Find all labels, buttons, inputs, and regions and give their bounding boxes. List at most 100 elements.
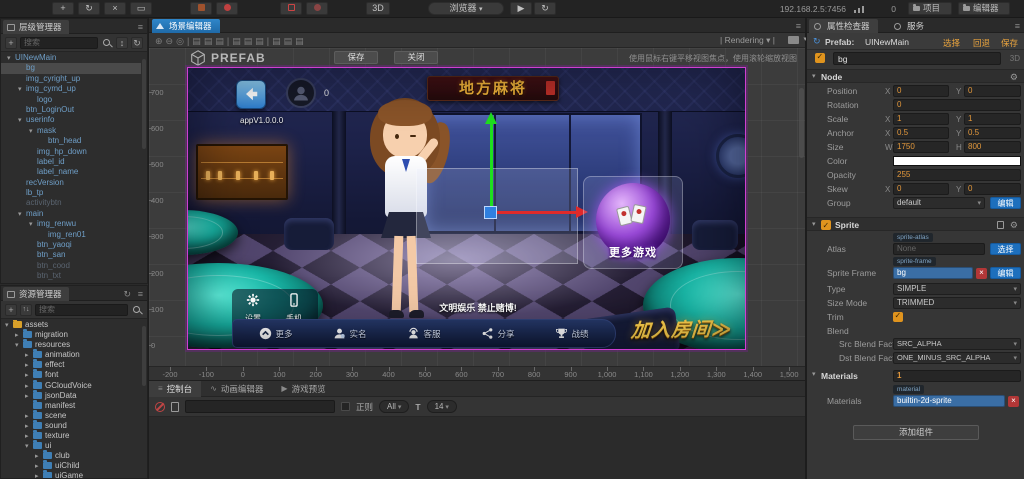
gizmo-y-axis[interactable] [490,124,493,212]
sort-icon[interactable]: ↑↓ [20,304,32,316]
console-tab-1[interactable]: ∿动画编辑器 [201,381,272,397]
open-project-button[interactable]: 项目 [908,2,952,15]
node-active-checkbox[interactable] [815,53,825,63]
clear-console-icon[interactable] [155,402,165,412]
refresh-button[interactable]: ↻ [534,2,556,15]
align-left-icon[interactable]: ▤ [192,36,201,46]
expand-arrow-icon[interactable]: ▸ [35,472,43,478]
expand-all-icon[interactable]: ↕ [116,37,128,49]
game-menu-chevron-up-circle[interactable]: 更多 [259,327,292,340]
frame-edit-button[interactable]: 编辑 [990,267,1021,279]
clear-icon[interactable]: × [1008,396,1019,407]
hierarchy-node[interactable]: activitybtn [1,198,141,208]
zoom-fit-icon[interactable]: ◎ [176,36,184,46]
hierarchy-node[interactable]: ▾img_cymd_up [1,84,141,94]
skew-y-field[interactable]: 0 [964,183,1021,195]
save-prefab-button[interactable]: 保存 [334,51,378,64]
prefab-select-button[interactable]: 选择 [943,37,960,49]
asset-item[interactable]: ▸animation [1,350,141,360]
scene-canvas[interactable]: PREFAB 保存 关闭 使用鼠标右键平移视图焦点，使用滚轮缩放视图 [149,48,805,380]
hierarchy-node[interactable]: logo [1,95,141,105]
asset-item[interactable]: ▸club [1,451,141,461]
asset-item[interactable]: ▾assets [1,320,141,330]
scale-x-field[interactable]: 1 [893,113,949,125]
panel-menu-icon[interactable]: ≡ [1015,21,1020,31]
prefab-preview[interactable]: 地方麻将 0 appV1.0.0.0 更多游戏 [187,67,746,350]
align-center-icon[interactable]: ▤ [204,36,213,46]
create-node-button[interactable]: + [5,37,17,49]
hierarchy-node[interactable]: btn_san [1,250,141,260]
group-edit-button[interactable]: 编辑 [990,197,1021,209]
sprite-section-header[interactable]: ▾ Sprite ⚙ [807,217,1024,231]
asset-item[interactable]: ▸uiChild [1,461,141,471]
hierarchy-node[interactable]: ▾img_renwu [1,219,141,229]
asset-item[interactable]: ▸texture [1,431,141,441]
avatar[interactable] [286,78,316,108]
hierarchy-node[interactable]: btn_yaoqi [1,240,141,250]
regex-checkbox[interactable] [341,402,350,411]
gear-icon[interactable]: ⚙ [1010,70,1018,84]
prefab-revert-button[interactable]: 回退 [973,37,990,49]
node-name-input[interactable] [833,52,1001,65]
panel-menu-icon[interactable]: ≡ [138,289,143,299]
log-level-dropdown[interactable]: All [379,400,409,413]
anchor-y-field[interactable]: 0.5 [964,127,1021,139]
color-swatch[interactable] [893,156,1021,166]
add-component-button[interactable]: 添加组件 [853,425,979,440]
create-asset-button[interactable]: + [5,304,17,316]
hierarchy-node[interactable]: bg [1,63,141,73]
asset-item[interactable]: ▸uiGame [1,471,141,478]
clear-icon[interactable]: × [976,268,987,279]
game-menu-headset[interactable]: 客服 [407,327,440,340]
search-icon[interactable] [131,304,143,316]
assets-search-input[interactable] [35,304,128,316]
game-menu-person-check[interactable]: 实名 [333,327,366,340]
canvas-scrollbar[interactable] [799,88,804,158]
tab-services[interactable]: 服务 [889,19,932,33]
hierarchy-node[interactable]: recVersion [1,178,141,188]
asset-item[interactable]: ▸jsonData [1,391,141,401]
asset-item[interactable]: ▾ui [1,441,141,451]
atlas-field[interactable]: None [893,243,985,255]
log-file-icon[interactable] [171,402,179,412]
align-middle-icon[interactable]: ▤ [244,36,253,46]
rotate-tool-button[interactable]: ↻ [78,2,100,15]
sprite-frame-field[interactable]: bg [893,267,973,279]
gear-icon[interactable]: ⚙ [1010,218,1018,232]
hierarchy-node[interactable]: label_id [1,157,141,167]
type-dropdown[interactable]: SIMPLE [893,283,1021,295]
tab-properties[interactable]: 属性检查器 [809,19,878,33]
opacity-field[interactable]: 255 [893,169,1021,181]
open-editor-button[interactable]: 编辑器 [958,2,1010,15]
tab-assets[interactable]: 资源管理器 [3,287,69,301]
position-y-field[interactable]: 0 [964,85,1021,97]
prefab-save-button[interactable]: 保存 [1001,37,1018,49]
align-top-icon[interactable]: ▤ [232,36,241,46]
refresh-icon[interactable]: ↻ [123,289,131,300]
size-w-field[interactable]: 1750 [893,141,949,153]
collapse-icon[interactable]: ▾ [812,218,816,232]
anchor-x-field[interactable]: 0.5 [893,127,949,139]
hierarchy-node[interactable]: btn_head [1,136,141,146]
back-button[interactable] [236,80,266,109]
play-button[interactable]: ▶ [510,2,532,15]
hierarchy-node[interactable]: btn_LoginOut [1,105,141,115]
trim-checkbox[interactable] [893,312,903,322]
hierarchy-node[interactable]: label_name [1,167,141,177]
hierarchy-scrollbar[interactable] [142,59,146,149]
console-tab-2[interactable]: ▶游戏预览 [272,381,334,397]
hierarchy-search-input[interactable] [20,37,98,49]
assets-scrollbar[interactable] [142,326,146,386]
join-room-button[interactable]: 加入房间≫ [617,314,746,343]
dist-v-icon[interactable]: ▤ [284,36,293,46]
scale-tool-button[interactable]: × [104,2,126,15]
dst-blend-dropdown[interactable]: ONE_MINUS_SRC_ALPHA [893,352,1021,364]
hierarchy-node[interactable]: ▾userinfo [1,115,141,125]
asset-item[interactable]: ▸scene [1,411,141,421]
move-tool-button[interactable]: + [52,2,74,15]
pivot-toggle-button[interactable] [190,2,212,15]
search-icon[interactable] [101,37,113,49]
src-blend-dropdown[interactable]: SRC_ALPHA [893,338,1021,350]
hierarchy-node[interactable]: ▾UINewMain [1,53,141,63]
console-filter-input[interactable] [185,400,335,413]
